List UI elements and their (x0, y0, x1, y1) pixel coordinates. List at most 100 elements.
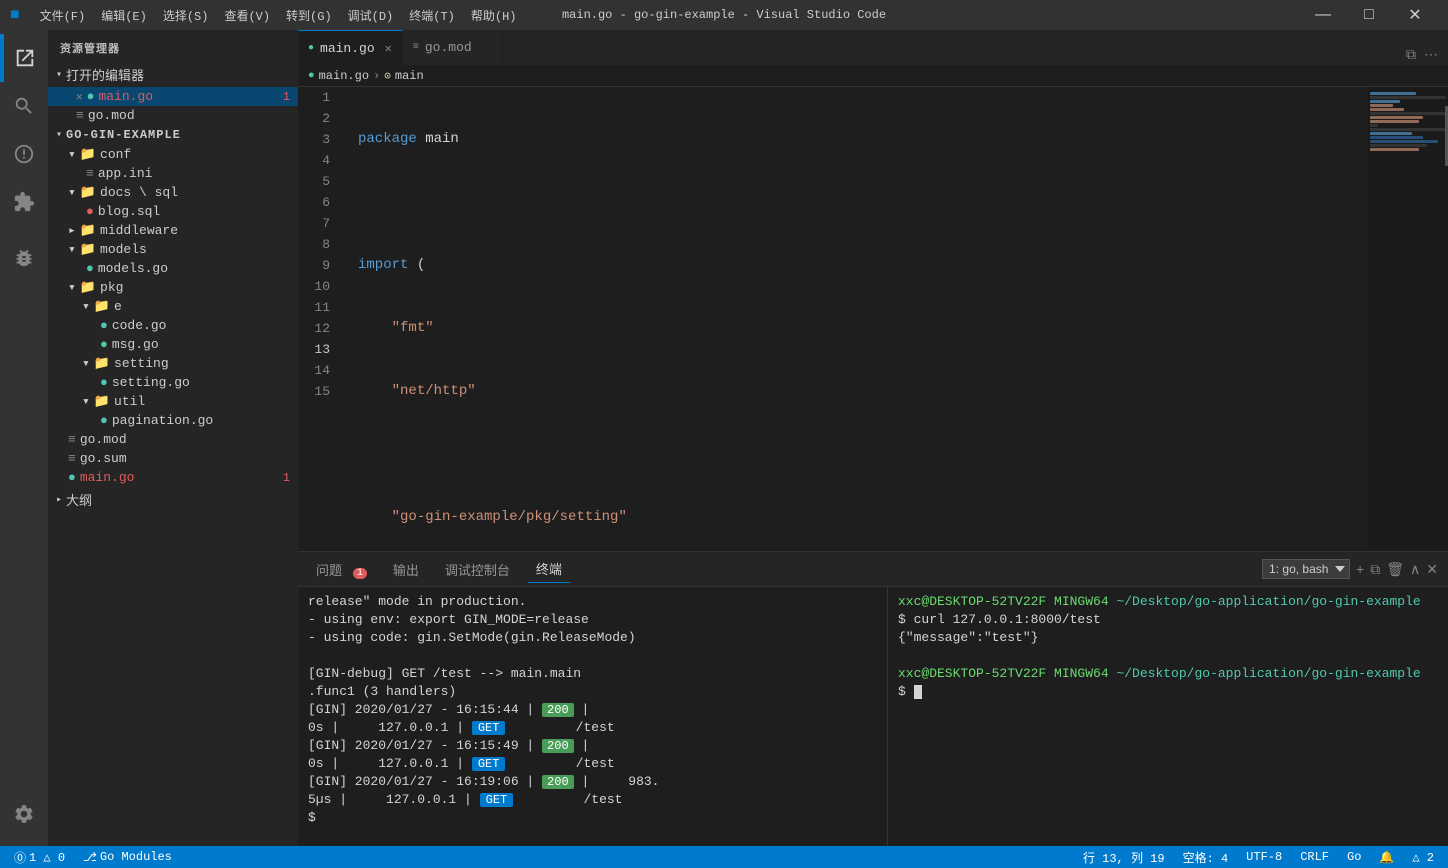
term-right-blank (898, 647, 1438, 665)
code-go-file[interactable]: ● code.go (48, 316, 298, 335)
code-line-4: "fmt" (358, 318, 1368, 339)
project-section[interactable]: ▾ GO-GIN-EXAMPLE (48, 125, 298, 145)
close-button[interactable]: ✕ (1392, 0, 1438, 30)
tab-go-mod[interactable]: ≡ go.mod (403, 30, 503, 65)
models-go-file[interactable]: ● models.go (48, 259, 298, 278)
breadcrumb-fn-icon: ⊙ (384, 69, 391, 83)
go-sum-label: go.sum (80, 451, 127, 466)
setting-folder[interactable]: ▾ 📁 setting (48, 354, 298, 373)
tab-main-go[interactable]: ● main.go ✕ (298, 30, 403, 65)
split-editor-button[interactable]: ⧉ (1404, 44, 1418, 65)
blog-sql-file[interactable]: ● blog.sql (48, 202, 298, 221)
outline-section[interactable]: ▸ 大纲 (48, 487, 298, 512)
activity-settings[interactable] (0, 790, 48, 838)
mod-icon2: ≡ (68, 432, 76, 447)
ln-10: 10 (298, 276, 338, 297)
app-ini-file[interactable]: ≡ app.ini (48, 164, 298, 183)
open-editors-section[interactable]: ▾ 打开的编辑器 (48, 62, 298, 87)
panel-tab-problems[interactable]: 问题 1 (308, 556, 375, 583)
activity-bottom (0, 790, 48, 846)
msg-go-file[interactable]: ● msg.go (48, 335, 298, 354)
panel-tab-terminal[interactable]: 终端 (528, 555, 570, 583)
activity-explorer[interactable] (0, 34, 48, 82)
terminal-label: 终端 (536, 563, 562, 578)
ln-13: 13 (298, 339, 338, 360)
util-folder[interactable]: ▾ 📁 util (48, 392, 298, 411)
breadcrumb-file[interactable]: main.go (319, 69, 369, 83)
maximize-panel-button[interactable]: ∧ (1410, 561, 1420, 578)
ml-12 (1370, 136, 1423, 139)
minimap-content (1368, 87, 1448, 156)
more-actions-button[interactable]: ⋯ (1422, 44, 1440, 65)
kill-terminal-button[interactable]: 🗑 (1386, 561, 1404, 578)
code-content[interactable]: package main import ( "fmt" "net/http" "… (348, 87, 1368, 551)
e-folder[interactable]: ▾ 📁 e (48, 297, 298, 316)
minimize-button[interactable]: — (1300, 0, 1346, 30)
panel-tab-output[interactable]: 输出 (385, 556, 427, 583)
menu-view[interactable]: 查看(V) (218, 5, 276, 26)
go-mod-root[interactable]: ≡ go.mod (48, 430, 298, 449)
tab-main-go-close[interactable]: ✕ (385, 41, 392, 56)
term-line-7: 0s | 127.0.0.1 | GET /test (308, 719, 877, 737)
models-folder[interactable]: ▾ 📁 models (48, 240, 298, 259)
main-go-root[interactable]: ● main.go 1 (48, 468, 298, 487)
menu-select[interactable]: 选择(S) (157, 5, 215, 26)
status-errors[interactable]: ⓪ 1 △ 0 (10, 849, 69, 866)
new-terminal-button[interactable]: + (1356, 561, 1364, 577)
status-language[interactable]: Go (1343, 849, 1365, 866)
chevron-down-icon5: ▾ (82, 299, 90, 314)
titlebar-left: ■ 文件(F) 编辑(E) 选择(S) 查看(V) 转到(G) 调试(D) 终端… (10, 5, 522, 26)
ln-15: 15 (298, 381, 338, 402)
menu-help[interactable]: 帮助(H) (465, 5, 523, 26)
middleware-folder[interactable]: ▸ 📁 middleware (48, 221, 298, 240)
panel-tab-debug[interactable]: 调试控制台 (437, 556, 518, 583)
folder-icon4: 📁 (80, 242, 96, 257)
open-editor-main-go[interactable]: ✕ ● main.go 1 (48, 87, 298, 106)
status-warnings[interactable]: △ 2 (1408, 849, 1438, 866)
docs-sql-folder[interactable]: ▾ 📁 docs \ sql (48, 183, 298, 202)
status-right: 行 13, 列 19 空格: 4 UTF-8 CRLF Go 🔔 △ 2 (1079, 849, 1438, 866)
menu-debug[interactable]: 调试(D) (342, 5, 400, 26)
status-notifications[interactable]: 🔔 (1375, 849, 1398, 866)
term-line-10: [GIN] 2020/01/27 - 16:19:06 | 200 | 983. (308, 773, 877, 791)
encoding-text: UTF-8 (1246, 850, 1282, 864)
folder-icon8: 📁 (94, 394, 110, 409)
close-panel-button[interactable]: ✕ (1426, 561, 1438, 578)
menu-edit[interactable]: 编辑(E) (95, 5, 153, 26)
close-main-go[interactable]: ✕ (76, 90, 83, 104)
pkg-folder[interactable]: ▾ 📁 pkg (48, 278, 298, 297)
code-go-label: code.go (112, 318, 167, 333)
main-layout: 资源管理器 ▾ 打开的编辑器 ✕ ● main.go 1 ≡ go.mod ▾ … (0, 30, 1448, 846)
line-numbers: 1 2 3 4 5 6 7 8 9 10 11 12 13 14 15 (298, 87, 348, 551)
status-git[interactable]: ⎇ Go Modules (79, 850, 176, 865)
setting-go-file[interactable]: ● setting.go (48, 373, 298, 392)
status-encoding[interactable]: UTF-8 (1242, 849, 1286, 866)
split-terminal-button[interactable]: ⧉ (1370, 561, 1380, 578)
window-title: main.go - go-gin-example - Visual Studio… (562, 8, 886, 22)
terminal-left[interactable]: release" mode in production. - using env… (298, 587, 888, 846)
menu-goto[interactable]: 转到(G) (280, 5, 338, 26)
outline-label: 大纲 (66, 490, 92, 509)
code-editor[interactable]: 1 2 3 4 5 6 7 8 9 10 11 12 13 14 15 (298, 87, 1368, 551)
terminal-right[interactable]: xxc@DESKTOP-52TV22F MINGW64 ~/Desktop/go… (888, 587, 1448, 846)
outline-arrow: ▸ (56, 494, 62, 506)
menu-terminal[interactable]: 终端(T) (403, 5, 461, 26)
status-position[interactable]: 行 13, 列 19 (1079, 849, 1169, 866)
open-editor-go-mod[interactable]: ≡ go.mod (48, 106, 298, 125)
menu-file[interactable]: 文件(F) (34, 5, 92, 26)
chevron-down-icon3: ▾ (68, 242, 76, 257)
shell-selector[interactable]: 1: go, bash (1262, 559, 1350, 579)
breadcrumb-file-icon: ● (308, 70, 315, 82)
activity-debug[interactable] (0, 234, 48, 282)
activity-git[interactable] (0, 130, 48, 178)
activity-extensions[interactable] (0, 178, 48, 226)
pagination-go-file[interactable]: ● pagination.go (48, 411, 298, 430)
breadcrumb-fn[interactable]: main (395, 69, 424, 83)
project-tree: ▾ 📁 conf ≡ app.ini ▾ 📁 docs \ sql ● blog… (48, 145, 298, 487)
status-eol[interactable]: CRLF (1296, 849, 1333, 866)
status-spaces[interactable]: 空格: 4 (1179, 849, 1233, 866)
maximize-button[interactable]: □ (1346, 0, 1392, 30)
activity-search[interactable] (0, 82, 48, 130)
go-sum-file[interactable]: ≡ go.sum (48, 449, 298, 468)
conf-folder[interactable]: ▾ 📁 conf (48, 145, 298, 164)
